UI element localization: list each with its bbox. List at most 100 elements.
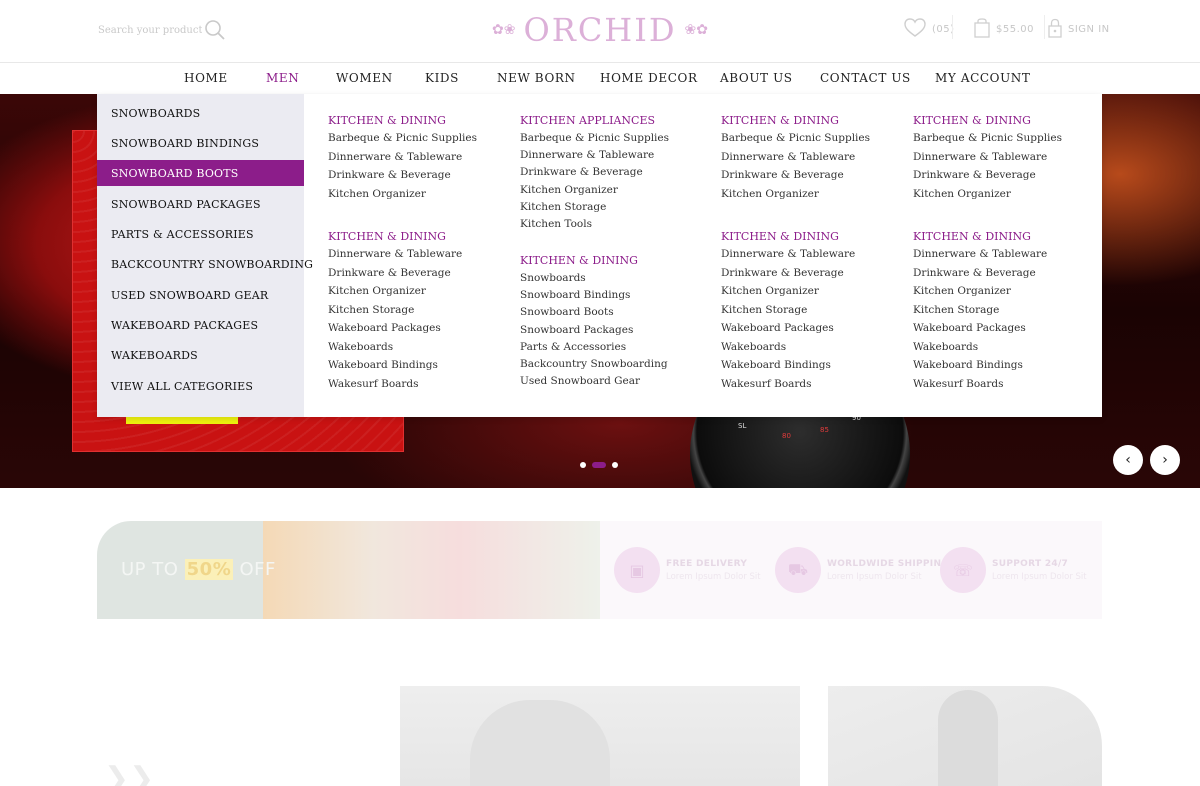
menu-link[interactable]: Kitchen Organizer: [328, 285, 462, 304]
nav-my-account[interactable]: MY ACCOUNT: [935, 71, 1031, 85]
menu-link[interactable]: Barbeque & Picnic Supplies: [520, 132, 669, 149]
menu-link[interactable]: Dinnerware & Tableware: [913, 151, 1062, 170]
menu-link[interactable]: Kitchen Organizer: [721, 188, 870, 207]
slider-next-button[interactable]: ›: [1150, 445, 1180, 475]
slider-dot-active[interactable]: [592, 462, 606, 468]
menu-link[interactable]: Kitchen Organizer: [520, 184, 669, 201]
chevron-right-icon: ›: [1162, 452, 1168, 468]
menu-link[interactable]: Drinkware & Beverage: [721, 267, 855, 286]
menu-group: KITCHEN & DINING Barbeque & Picnic Suppl…: [328, 114, 477, 206]
menu-link[interactable]: Dinnerware & Tableware: [721, 248, 855, 267]
menu-link[interactable]: Dinnerware & Tableware: [328, 151, 477, 170]
feature-subtitle: Lorem Ipsum Dolor Sit: [827, 571, 922, 582]
menu-group-title: KITCHEN & DINING: [721, 114, 839, 127]
menu-group-title: KITCHEN & DINING: [913, 114, 1031, 127]
sidebar-item-snowboards[interactable]: SNOWBOARDS: [97, 100, 304, 126]
menu-link[interactable]: Snowboards: [520, 272, 668, 289]
cart-link[interactable]: $55.00: [974, 15, 1045, 41]
menu-link[interactable]: Kitchen Organizer: [913, 188, 1062, 207]
menu-link[interactable]: Kitchen Organizer: [721, 285, 855, 304]
nav-contact-us[interactable]: CONTACT US: [820, 71, 911, 85]
product-image-man[interactable]: [828, 686, 1102, 786]
menu-link[interactable]: Wakesurf Boards: [721, 378, 855, 397]
menu-link[interactable]: Kitchen Storage: [520, 201, 669, 218]
slider-dot[interactable]: [612, 462, 618, 468]
wishlist-link[interactable]: (05): [904, 15, 955, 41]
sidebar-item-snowboard-boots[interactable]: SNOWBOARD BOOTS: [97, 160, 304, 186]
menu-link[interactable]: Wakeboard Packages: [328, 322, 462, 341]
mega-menu-sidebar: SNOWBOARDS SNOWBOARD BINDINGS SNOWBOARD …: [97, 94, 313, 417]
sidebar-item-wakeboards[interactable]: WAKEBOARDS: [97, 342, 304, 368]
menu-link[interactable]: Drinkware & Beverage: [520, 166, 669, 183]
menu-link[interactable]: Drinkware & Beverage: [721, 169, 870, 188]
menu-link[interactable]: Wakeboard Bindings: [913, 359, 1047, 378]
sign-in-link[interactable]: SIGN IN: [1048, 18, 1110, 41]
menu-link[interactable]: Wakesurf Boards: [328, 378, 462, 397]
divider: [1044, 15, 1045, 39]
menu-link[interactable]: Snowboard Boots: [520, 306, 668, 323]
watch-number: 85: [820, 426, 829, 434]
sign-in-label: SIGN IN: [1068, 24, 1110, 35]
menu-link[interactable]: Wakeboard Packages: [721, 322, 855, 341]
promo-banner[interactable]: UP TO 50% OFF: [97, 521, 600, 619]
menu-link[interactable]: Drinkware & Beverage: [913, 267, 1047, 286]
menu-link[interactable]: Parts & Accessories: [520, 341, 668, 358]
menu-link[interactable]: Kitchen Storage: [913, 304, 1047, 323]
menu-link[interactable]: Kitchen Organizer: [328, 188, 477, 207]
menu-group-title: KITCHEN & DINING: [520, 254, 638, 267]
menu-link[interactable]: Snowboard Bindings: [520, 289, 668, 306]
main-navigation: HOME MEN WOMEN KIDS NEW BORN HOME DECOR …: [0, 62, 1200, 94]
menu-link[interactable]: Drinkware & Beverage: [913, 169, 1062, 188]
sidebar-item-parts-accessories[interactable]: PARTS & ACCESSORIES: [97, 221, 304, 247]
search-input[interactable]: [98, 24, 202, 36]
menu-link[interactable]: Wakeboards: [328, 341, 462, 360]
menu-link[interactable]: Dinnerware & Tableware: [721, 151, 870, 170]
sidebar-item-backcountry-snowboarding[interactable]: BACKCOUNTRY SNOWBOARDING: [97, 251, 313, 277]
watch-number: SL: [738, 422, 747, 430]
menu-link[interactable]: Barbeque & Picnic Supplies: [328, 132, 477, 151]
menu-link[interactable]: Wakeboard Bindings: [721, 359, 855, 378]
nav-kids[interactable]: KIDS: [425, 71, 459, 85]
support-headset-icon: ☏: [940, 547, 986, 593]
nav-women[interactable]: WOMEN: [336, 71, 393, 85]
menu-link[interactable]: Wakeboards: [913, 341, 1047, 360]
nav-home-decor[interactable]: HOME DECOR: [600, 71, 698, 85]
menu-link[interactable]: Kitchen Storage: [328, 304, 462, 323]
menu-link[interactable]: Dinnerware & Tableware: [328, 248, 462, 267]
menu-link[interactable]: Used Snowboard Gear: [520, 375, 668, 392]
nav-new-born[interactable]: NEW BORN: [497, 71, 576, 85]
search-box[interactable]: [98, 18, 238, 42]
nav-home[interactable]: HOME: [184, 71, 228, 85]
sidebar-item-snowboard-bindings[interactable]: SNOWBOARD BINDINGS: [97, 130, 304, 156]
menu-link[interactable]: Kitchen Organizer: [913, 285, 1047, 304]
menu-group-title: KITCHEN & DINING: [328, 230, 446, 243]
menu-link[interactable]: Kitchen Tools: [520, 218, 669, 235]
nav-about-us[interactable]: ABOUT US: [720, 71, 793, 85]
product-image-woman[interactable]: [400, 686, 800, 786]
menu-link[interactable]: Wakesurf Boards: [913, 378, 1047, 397]
menu-link[interactable]: Dinnerware & Tableware: [913, 248, 1047, 267]
menu-link[interactable]: Wakeboards: [721, 341, 855, 360]
menu-link[interactable]: Barbeque & Picnic Supplies: [913, 132, 1062, 151]
menu-link[interactable]: Backcountry Snowboarding: [520, 358, 668, 375]
sidebar-item-wakeboard-packages[interactable]: WAKEBOARD PACKAGES: [97, 312, 304, 338]
menu-link[interactable]: Drinkware & Beverage: [328, 169, 477, 188]
menu-link[interactable]: Snowboard Packages: [520, 324, 668, 341]
nav-men[interactable]: MEN: [266, 71, 299, 85]
menu-link[interactable]: Barbeque & Picnic Supplies: [721, 132, 870, 151]
slider-prev-button[interactable]: ‹: [1113, 445, 1143, 475]
menu-link[interactable]: Dinnerware & Tableware: [520, 149, 669, 166]
menu-link[interactable]: Kitchen Storage: [721, 304, 855, 323]
site-logo[interactable]: ✿❀ ORCHID ❀✿: [490, 10, 710, 50]
sidebar-item-used-snowboard-gear[interactable]: USED SNOWBOARD GEAR: [97, 282, 304, 308]
sidebar-item-view-all-categories[interactable]: VIEW ALL CATEGORIES: [97, 373, 304, 399]
search-icon[interactable]: [204, 19, 226, 45]
menu-link[interactable]: Wakeboard Bindings: [328, 359, 462, 378]
menu-link[interactable]: Drinkware & Beverage: [328, 267, 462, 286]
slider-dot[interactable]: [580, 462, 586, 468]
menu-link[interactable]: Wakeboard Packages: [913, 322, 1047, 341]
features-strip: ▣ FREE DELIVERY Lorem Ipsum Dolor Sit ⛟ …: [600, 521, 1102, 619]
promo-percent: 50%: [184, 559, 234, 580]
sidebar-item-snowboard-packages[interactable]: SNOWBOARD PACKAGES: [97, 191, 304, 217]
slider-dots: [580, 462, 618, 468]
